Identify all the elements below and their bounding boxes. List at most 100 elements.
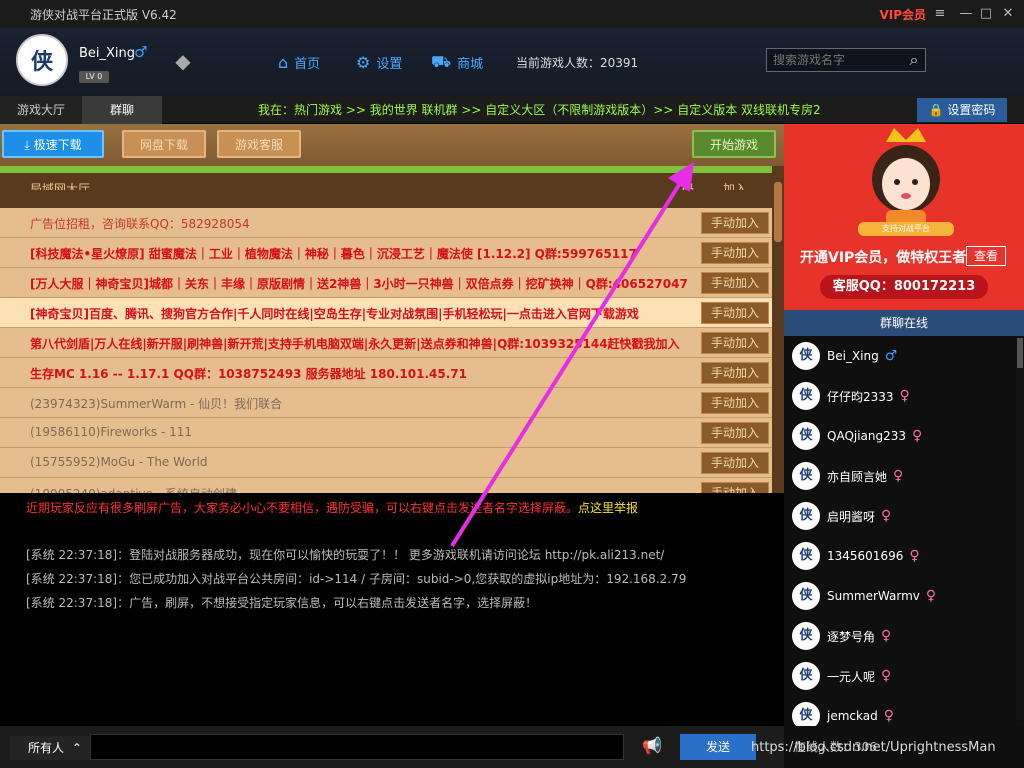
send-button[interactable]: 发送 (680, 734, 756, 760)
manual-join-button[interactable]: 手动加入 (701, 362, 769, 384)
tab-bar: 游戏大厅 群聊 我在：热门游戏 >> 我的世界 联机群 >> 自定义大区（不限制… (0, 96, 1024, 124)
female-icon: ♀ (893, 468, 904, 484)
watermark-text: https://blog.csdn.net/UprightnessMan (751, 740, 996, 755)
list-item[interactable]: 侠 jemckad ♀ (792, 700, 894, 726)
male-icon: ♂ (884, 348, 898, 364)
room-title: [万人大服｜神奇宝贝]城都｜关东｜丰缘｜原版剧情｜送2神兽｜3小时一只神兽｜双倍… (30, 277, 688, 291)
manual-join-button[interactable]: 手动加入 (701, 422, 769, 444)
avatar: 侠 (792, 662, 820, 690)
table-row[interactable]: [科技魔法•星火燎原] 甜蜜魔法｜工业｜植物魔法｜神秘｜暮色｜沉浸工艺｜魔法使 … (0, 238, 772, 268)
manual-join-button[interactable]: 手动加入 (701, 242, 769, 264)
tab-group-chat[interactable]: 群聊 (82, 96, 162, 124)
audience-select[interactable]: 所有人 ⌃ (10, 736, 90, 760)
fast-download-button[interactable]: ⤓ 极速下载 (2, 130, 104, 158)
user-list-scrollbar[interactable] (1016, 336, 1024, 726)
vip-view-button[interactable]: 查看 (966, 246, 1006, 266)
game-service-button[interactable]: 游戏客服 (217, 130, 301, 158)
search-icon[interactable]: ⌕ (903, 49, 925, 71)
room-list-scrollbar-thumb[interactable] (774, 182, 782, 242)
chat-input-bar: 所有人 ⌃ 📢 发送 (0, 726, 784, 768)
table-row[interactable]: 第八代剑盾|万人在线|新开服|刷神兽|新开荒|支持手机电脑双端|永久更新|送点券… (0, 328, 772, 358)
maximize-icon[interactable]: □ (976, 4, 996, 24)
room-title: (19586110)Fireworks - 111 (30, 425, 193, 439)
service-qq: 客服QQ：800172213 (820, 275, 988, 299)
chat-message: [系统 22:37:18]：广告，刷屏，不想接受指定玩家信息，可以右键点击发送者… (26, 596, 538, 610)
manual-join-button[interactable]: 手动加入 (701, 212, 769, 234)
female-icon: ♀ (881, 628, 892, 644)
list-item[interactable]: 侠 SummerWarmv ♀ (792, 580, 936, 612)
vip-banner[interactable]: 支持对战平台 开通VIP会员，做特权王者 查看 客服QQ：800172213 (784, 124, 1024, 310)
window-title: 游侠对战平台正式版 V6.42 (30, 7, 177, 22)
level-badge: LV 0 (79, 71, 109, 83)
audience-value: 所有人 (28, 741, 65, 755)
list-item[interactable]: 侠逐梦号角 ♀ (792, 620, 891, 652)
list-item[interactable]: 侠仔仔昀2333 ♀ (792, 380, 910, 412)
room-title: [科技魔法•星火燎原] 甜蜜魔法｜工业｜植物魔法｜神秘｜暮色｜沉浸工艺｜魔法使 … (30, 247, 637, 261)
table-row[interactable]: (10005240)adaptive - 系统自动创建 手动加入 (0, 478, 772, 493)
male-icon: ♂ (134, 43, 148, 61)
avatar: 侠 (792, 462, 820, 490)
list-item[interactable]: 侠 Bei_Xing ♂ (792, 340, 897, 372)
download-icon: ⤓ (24, 138, 30, 152)
user-name: 仔仔昀2333 (827, 389, 894, 404)
avatar: 侠 (792, 622, 820, 650)
table-row[interactable]: 广告位招租，咨询联系QQ：582928054 手动加入 (0, 208, 772, 238)
game-room-panel: ⤓ 极速下载 网盘下载 游戏客服 开始游戏 局域网大厅 码 加入 广告位招租，咨… (0, 124, 784, 493)
table-row[interactable]: (15755952)MoGu - The World 手动加入 (0, 448, 772, 478)
manual-join-button[interactable]: 手动加入 (701, 272, 769, 294)
start-game-button[interactable]: 开始游戏 (692, 130, 776, 158)
diamond-icon[interactable]: ◆ (168, 50, 198, 72)
set-password-button[interactable]: 🔒 设置密码 (917, 98, 1007, 122)
list-item[interactable]: 侠 1345601696 ♀ (792, 540, 920, 572)
user-name: SummerWarmv (827, 589, 920, 603)
fast-download-label: 极速下载 (33, 138, 82, 152)
manual-join-button[interactable]: 手动加入 (701, 332, 769, 354)
chat-warning: 近期玩家反应有很多刷屏广告，大家务必小心不要相信，遇防受骗，可以右键点击发送者名… (26, 501, 579, 515)
manual-join-button[interactable]: 手动加入 (701, 482, 769, 493)
online-user-list: 侠 Bei_Xing ♂ 侠仔仔昀2333 ♀ 侠 QAQjiang233 ♀ 侠亦自顾言她 ♀ 侠… (784, 336, 1016, 726)
table-row[interactable]: [万人大服｜神奇宝贝]城都｜关东｜丰缘｜原版剧情｜送2神兽｜3小时一只神兽｜双倍… (0, 268, 772, 298)
table-row[interactable]: [神奇宝贝]百度、腾讯、搜狗官方合作|千人同时在线|空岛生存|专业对战氛围|手机… (0, 298, 772, 328)
report-link[interactable]: 点这里举报 (578, 501, 638, 515)
user-name: jemckad (827, 709, 878, 723)
app-window: 游侠对战平台正式版 V6.42 VIP会员 ≡ — □ ✕ 侠 Bei_Xing… (0, 0, 1024, 768)
tab-game-lobby[interactable]: 游戏大厅 (0, 96, 82, 124)
room-title: [神奇宝贝]百度、腾讯、搜狗官方合作|千人同时在线|空岛生存|专业对战氛围|手机… (30, 307, 639, 321)
list-item[interactable]: 侠 QAQjiang233 ♀ (792, 420, 922, 452)
chat-message: [系统 22:37:18]：您已成功加入对战平台公共房间：id->114 / 子… (26, 572, 687, 586)
user-name: 一元人呢 (827, 669, 876, 684)
room-title: 第八代剑盾|万人在线|新开服|刷神兽|新开荒|支持手机电脑双端|永久更新|送点券… (30, 337, 680, 351)
menu-icon[interactable]: ≡ (930, 4, 950, 24)
table-row[interactable]: 生存MC 1.16 -- 1.17.1 QQ群：1038752493 服务器地址… (0, 358, 772, 388)
list-item[interactable]: 侠亦自顾言她 ♀ (792, 460, 903, 492)
list-item[interactable]: 侠一元人呢 ♀ (792, 660, 891, 692)
vip-mascot-image (872, 128, 940, 226)
user-name: 亦自顾言她 (827, 469, 888, 484)
nav-mall[interactable]: ⛟ 商城 (431, 52, 483, 72)
username: Bei_Xing (79, 46, 136, 61)
breadcrumb[interactable]: 我在：热门游戏 >> 我的世界 联机群 >> 自定义大区（不限制游戏版本）>> … (258, 96, 821, 124)
netdisk-download-button[interactable]: 网盘下载 (122, 130, 206, 158)
room-title: 生存MC 1.16 -- 1.17.1 QQ群：1038752493 服务器地址… (30, 367, 467, 381)
avatar: 侠 (792, 542, 820, 570)
nav-settings[interactable]: ⚙ 设置 (356, 52, 402, 72)
table-row[interactable]: (23974323)SummerWarm - 仙贝！我们联合 手动加入 (0, 388, 772, 418)
speaker-icon[interactable]: 📢 (642, 736, 662, 755)
minimize-icon[interactable]: — (956, 4, 976, 24)
table-row[interactable]: (19586110)Fireworks - 111 手动加入 (0, 418, 772, 448)
avatar[interactable]: 侠 (16, 34, 68, 86)
manual-join-button[interactable]: 手动加入 (701, 392, 769, 414)
vip-tag: 支持对战平台 (858, 222, 954, 236)
list-item[interactable]: 侠启明酱呀 ♀ (792, 500, 891, 532)
female-icon: ♀ (881, 508, 892, 524)
room-toolbar: ⤓ 极速下载 网盘下载 游戏客服 开始游戏 (0, 124, 784, 166)
manual-join-button[interactable]: 手动加入 (701, 302, 769, 324)
cart-icon: ⛟ (431, 51, 452, 71)
search-input[interactable] (766, 48, 926, 72)
manual-join-button[interactable]: 手动加入 (701, 452, 769, 474)
vip-link[interactable]: VIP会员 (879, 6, 926, 23)
nav-home[interactable]: ⌂ 首页 (278, 52, 320, 72)
chat-input[interactable] (90, 734, 624, 760)
close-icon[interactable]: ✕ (998, 4, 1018, 24)
user-list-scrollbar-thumb[interactable] (1017, 338, 1023, 368)
